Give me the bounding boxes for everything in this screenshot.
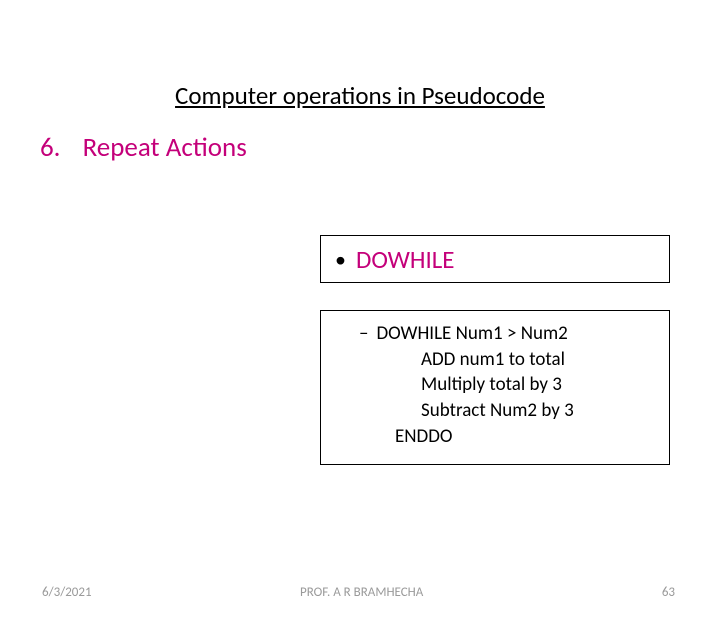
section-heading: 6. Repeat Actions: [40, 131, 720, 164]
code-end-line: ENDDO: [335, 424, 655, 450]
bullet-icon: •: [335, 246, 346, 273]
code-head: DOWHILE Num1 > Num2: [376, 322, 567, 345]
code-body-line: Subtract Num2 by 3: [335, 398, 655, 424]
code-body-line: ADD num1 to total: [335, 347, 655, 373]
page-title: Computer operations in Pseudocode: [0, 80, 720, 111]
dash-icon: –: [359, 322, 368, 345]
code-body-line: Multiply total by 3: [335, 372, 655, 398]
section-number: 6.: [40, 131, 61, 164]
code-head-line: –DOWHILE Num1 > Num2: [335, 321, 655, 347]
section-name: Repeat Actions: [83, 131, 247, 164]
keyword-box: • DOWHILE: [320, 235, 670, 283]
footer-page-number: 63: [662, 585, 675, 600]
footer-date: 6/3/2021: [42, 585, 92, 600]
keyword-text: DOWHILE: [356, 244, 455, 275]
footer-author: PROF. A R BRAMHECHA: [300, 585, 423, 600]
code-box: –DOWHILE Num1 > Num2 ADD num1 to total M…: [320, 310, 670, 465]
